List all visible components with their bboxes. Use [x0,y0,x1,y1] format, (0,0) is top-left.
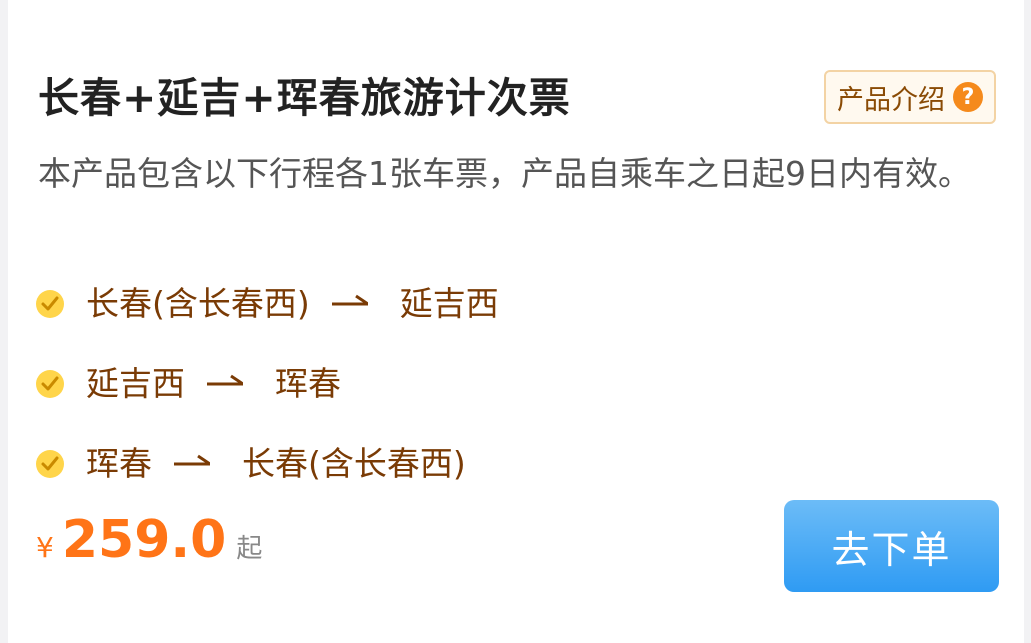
product-title: 长春+延吉+珲春旅游计次票 [38,74,571,122]
price-currency: ¥ [36,531,54,564]
product-intro-label: 产品介绍 [837,84,945,116]
arrow-right-icon [207,374,243,386]
product-intro-button[interactable]: 产品介绍 ? [824,70,996,124]
product-description: 本产品包含以下行程各1张车票，产品自乘车之日起9日内有效。 [38,154,971,193]
route-from: 延吉西 [86,364,185,403]
order-button[interactable]: 去下单 [784,500,999,592]
route-from: 珲春 [86,444,152,483]
check-icon [36,370,64,398]
route-to: 珲春 [275,364,341,403]
order-button-label: 去下单 [831,527,952,572]
price-suffix: 起 [236,534,263,564]
route-from: 长春(含长春西) [86,284,310,323]
route-to: 延吉西 [399,284,499,323]
price: ¥ 259.0 起 [36,510,262,580]
route-to: 长春(含长春西) [242,444,466,483]
arrow-right-icon [331,294,368,306]
price-amount: 259.0 [61,510,227,570]
ticket-card: 长春+延吉+珲春旅游计次票 产品介绍 ? 本产品包含以下行程各1张车票，产品自乘… [8,0,1024,643]
route-item: 长春(含长春西) 延吉西 [34,276,499,326]
route-item: 延吉西 珲春 [34,356,341,406]
route-item: 珲春 长春(含长春西) [34,436,466,486]
check-icon [36,450,64,478]
question-icon: ? [953,82,983,112]
check-icon [36,290,64,318]
arrow-right-icon [174,454,210,466]
